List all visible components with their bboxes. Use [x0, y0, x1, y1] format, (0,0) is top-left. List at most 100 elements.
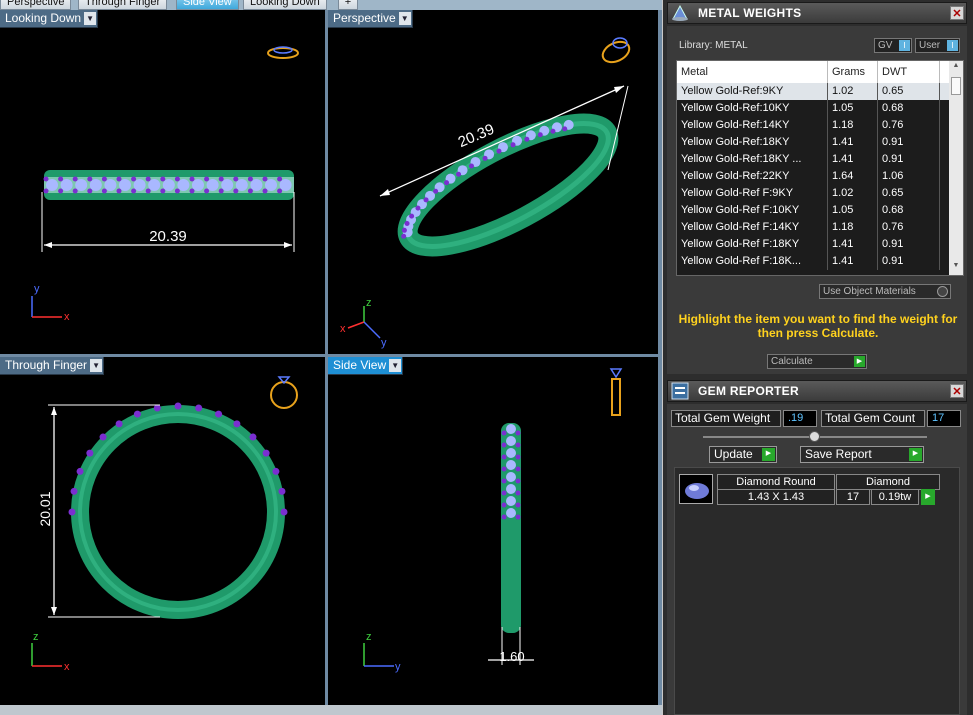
table-scrollbar[interactable]: ▲ ▼: [949, 61, 963, 275]
chevron-down-icon[interactable]: ▼: [389, 359, 402, 372]
total-gem-weight-value: .19: [783, 410, 817, 427]
axis-gizmo: z x y: [340, 297, 387, 349]
gem-details-button[interactable]: ▶: [921, 489, 935, 505]
cell-metal: Yellow Gold-Ref F:18KY: [677, 236, 828, 253]
table-row[interactable]: Yellow Gold-Ref:18KY ... 1.41 0.91: [677, 151, 949, 168]
viewport-perspective[interactable]: 20.39 z x y Perspective ▼: [328, 10, 658, 354]
scale-icon: [672, 4, 688, 21]
update-button[interactable]: Update ▶: [709, 446, 777, 463]
axis-gizmo: z y: [363, 631, 401, 673]
scroll-up-icon[interactable]: ▲: [949, 62, 963, 74]
column-header-dwt[interactable]: DWT: [878, 61, 940, 83]
metal-weights-table[interactable]: Metal Grams DWT Yellow Gold-Ref:9KY 1.02 0…: [676, 60, 964, 276]
gem-reporter-slider[interactable]: [703, 431, 927, 442]
metal-weights-panel: Library: METAL GV I User I Metal Grams DWT…: [667, 26, 967, 374]
tab-through-finger[interactable]: Through Finger: [78, 0, 168, 10]
gv-toggle[interactable]: GV I: [874, 38, 912, 53]
axis-gizmo: z x: [31, 631, 70, 673]
table-row[interactable]: Yellow Gold-Ref F:18K... 1.41 0.91: [677, 253, 949, 270]
cell-dwt: 0.68: [878, 100, 940, 117]
tab-perspective[interactable]: Perspective: [0, 0, 72, 10]
panel-title: METAL WEIGHTS: [698, 6, 802, 20]
cell-dwt: 0.91: [878, 151, 940, 168]
add-view-tab-button[interactable]: +: [338, 0, 358, 10]
chevron-down-icon[interactable]: ▼: [84, 12, 97, 25]
table-row[interactable]: Yellow Gold-Ref F:9KY 1.02 0.65: [677, 185, 949, 202]
table-row[interactable]: Yellow Gold-Ref F:14KY 1.18 0.76: [677, 219, 949, 236]
chevron-down-icon[interactable]: ▼: [90, 359, 103, 372]
svg-text:z: z: [366, 297, 372, 309]
cell-dwt: 0.91: [878, 134, 940, 151]
metal-weights-header: METAL WEIGHTS ✕: [667, 2, 967, 24]
viewport-through-finger[interactable]: 20.01 z x Through Finger ▼: [0, 357, 325, 705]
radio-icon[interactable]: [937, 286, 948, 297]
cell-dwt: 0.65: [878, 185, 940, 202]
table-row[interactable]: Yellow Gold-Ref F:10KY 1.05 0.68: [677, 202, 949, 219]
viewport-label-perspective[interactable]: Perspective ▼: [328, 10, 413, 28]
svg-text:z: z: [366, 631, 372, 643]
total-gem-count-label: Total Gem Count: [821, 410, 925, 427]
column-header-grams[interactable]: Grams: [828, 61, 878, 83]
through-finger-ring-drawing: 20.01 z x: [31, 376, 298, 673]
viewport-label-through-finger[interactable]: Through Finger ▼: [0, 357, 105, 375]
viewport-looking-down[interactable]: 20.39 y x Looking Down ▼: [0, 10, 325, 354]
calculate-button[interactable]: Calculate ▶: [767, 354, 867, 369]
tab-side-view[interactable]: Side View: [176, 0, 239, 10]
gem-list: Diamond Round 1.43 X 1.43 Diamond 17 0.1…: [674, 467, 960, 715]
dimension-arrow-left: [44, 242, 52, 248]
ring-band-side: [501, 423, 521, 633]
dimension-arrow-left: [380, 189, 390, 196]
close-icon[interactable]: ✕: [950, 384, 964, 398]
scrollbar-thumb[interactable]: [951, 77, 961, 95]
gem-reporter-header: GEM REPORTER ✕: [667, 380, 967, 402]
cell-metal: Yellow Gold-Ref F:18K...: [677, 253, 828, 270]
cell-dwt: 0.76: [878, 219, 940, 236]
svg-text:z: z: [33, 631, 39, 643]
svg-text:x: x: [340, 323, 346, 335]
table-row[interactable]: Yellow Gold-Ref:22KY 1.64 1.06: [677, 168, 949, 185]
slider-handle[interactable]: [809, 431, 820, 442]
viewport-label-side-view[interactable]: Side View ▼: [328, 357, 404, 375]
cell-grams: 1.02: [828, 185, 878, 202]
cell-dwt: 0.76: [878, 117, 940, 134]
svg-text:y: y: [34, 283, 40, 295]
diamond-round-icon: [685, 483, 709, 499]
close-icon[interactable]: ✕: [950, 6, 964, 20]
cell-grams: 1.64: [828, 168, 878, 185]
cell-dwt: 0.91: [878, 253, 940, 270]
cell-metal: Yellow Gold-Ref:9KY: [677, 83, 828, 100]
cell-grams: 1.18: [828, 219, 878, 236]
scroll-down-icon[interactable]: ▼: [949, 262, 963, 274]
cell-grams: 1.41: [828, 253, 878, 270]
dimension-arrow-top: [51, 407, 57, 415]
chevron-down-icon[interactable]: ▼: [398, 12, 411, 25]
tab-looking-down[interactable]: Looking Down: [243, 0, 327, 10]
column-header-metal[interactable]: Metal: [677, 61, 828, 83]
dimension-value: 20.01: [37, 491, 53, 526]
table-row[interactable]: Yellow Gold-Ref:9KY 1.02 0.65: [677, 83, 949, 100]
view-tab-bar: Perspective Through Finger Side View Loo…: [0, 0, 662, 10]
viewport-side-view[interactable]: 1.60 z y Side View ▼: [328, 357, 658, 705]
table-row[interactable]: Yellow Gold-Ref:10KY 1.05 0.68: [677, 100, 949, 117]
viewport-label-looking-down[interactable]: Looking Down ▼: [0, 10, 99, 28]
svg-text:y: y: [381, 337, 387, 349]
save-report-button[interactable]: Save Report ▶: [800, 446, 924, 463]
viewport-divider-horizontal[interactable]: [0, 354, 662, 357]
table-row[interactable]: Yellow Gold-Ref:14KY 1.18 0.76: [677, 117, 949, 134]
user-toggle[interactable]: User I: [915, 38, 960, 53]
viewport-divider-vertical[interactable]: [325, 10, 328, 705]
gem-thumbnail: [679, 474, 713, 504]
use-object-materials-toggle[interactable]: Use Object Materials: [819, 284, 951, 299]
play-icon: ▶: [762, 448, 775, 461]
gem-count: 17: [836, 489, 870, 505]
table-row[interactable]: Yellow Gold-Ref F:18KY 1.41 0.91: [677, 236, 949, 253]
panel-title: GEM REPORTER: [698, 384, 799, 398]
side-view-ring-drawing: 1.60 z y: [363, 368, 623, 673]
cell-grams: 1.41: [828, 236, 878, 253]
table-row[interactable]: Yellow Gold-Ref:18KY 1.41 0.91: [677, 134, 949, 151]
ring-band-perspective: [397, 113, 619, 257]
cell-grams: 1.02: [828, 83, 878, 100]
cell-metal: Yellow Gold-Ref:10KY: [677, 100, 828, 117]
table-header: Metal Grams DWT: [677, 61, 949, 83]
ring-preview-icon: [267, 46, 299, 59]
